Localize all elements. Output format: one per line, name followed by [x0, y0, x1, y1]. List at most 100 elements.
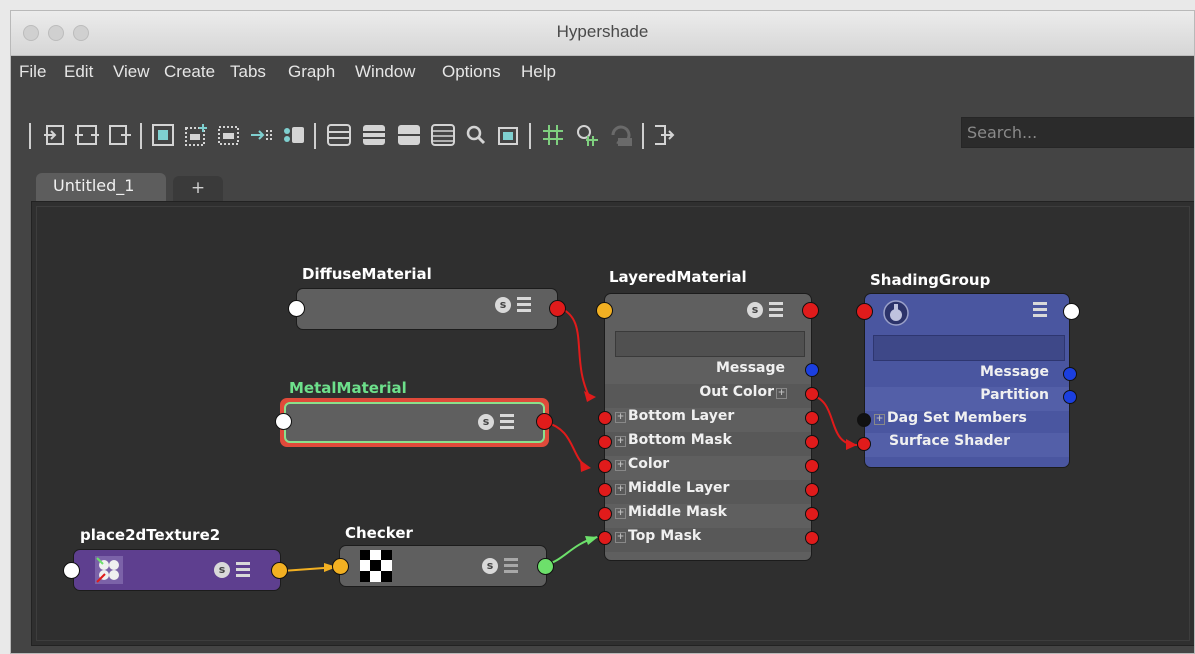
attributes-list-icon[interactable]: [504, 558, 518, 573]
checker-input-port[interactable]: [332, 558, 349, 575]
attr-out-color: Out Color +: [605, 384, 811, 408]
import-icon[interactable]: [42, 122, 68, 148]
attr-label: Message: [715, 360, 785, 376]
menu-graph[interactable]: Graph: [288, 62, 335, 82]
toggle-swatch-icon[interactable]: [495, 122, 521, 148]
middle-layer-output-port[interactable]: [805, 483, 819, 497]
attr-surface-shader: Surface Shader: [865, 433, 1069, 457]
attributes-list-icon[interactable]: [517, 297, 531, 312]
diffuse-input-port[interactable]: [288, 300, 305, 317]
bottom-mask-input-port[interactable]: [598, 435, 612, 449]
menu-bar: File Edit View Create Tabs Graph Window …: [11, 56, 1194, 92]
clear-graph-icon[interactable]: [183, 122, 209, 148]
swatch-toggle-icon[interactable]: s: [495, 297, 511, 313]
checker-output-port[interactable]: [537, 558, 554, 575]
shading-group-node[interactable]: Message Partition + Dag Set Members Surfa…: [864, 293, 1070, 468]
top-mask-output-port[interactable]: [805, 531, 819, 545]
layout-custom-icon[interactable]: [430, 122, 456, 148]
menu-create[interactable]: Create: [164, 62, 215, 82]
menu-view[interactable]: View: [113, 62, 150, 82]
menu-file[interactable]: File: [19, 62, 46, 82]
out-color-output-port[interactable]: [805, 387, 819, 401]
metal-material-node[interactable]: s: [280, 398, 549, 447]
attr-bottom-mask: + Bottom Mask: [605, 432, 811, 456]
top-mask-input-port[interactable]: [598, 531, 612, 545]
attributes-list-icon[interactable]: [236, 562, 250, 577]
menu-window[interactable]: Window: [355, 62, 415, 82]
dag-set-members-input-port[interactable]: [857, 413, 871, 427]
shading-group-input-port[interactable]: [856, 303, 873, 320]
layered-output-port[interactable]: [802, 302, 819, 319]
color-input-port[interactable]: [598, 459, 612, 473]
swatch-toggle-icon[interactable]: s: [747, 302, 763, 318]
frame-all-icon[interactable]: [150, 122, 176, 148]
diffuse-material-node[interactable]: s: [296, 288, 558, 330]
menu-edit[interactable]: Edit: [64, 62, 93, 82]
toolbar-separator: [642, 123, 644, 149]
attr-partition: Partition: [865, 387, 1069, 411]
attr-label: Bottom Mask: [628, 432, 732, 448]
attr-label: Bottom Layer: [628, 408, 735, 424]
layout-simple-icon[interactable]: [326, 122, 352, 148]
checker-title: Checker: [345, 524, 413, 542]
checker-node[interactable]: s: [339, 545, 547, 587]
menu-help[interactable]: Help: [521, 62, 556, 82]
place2d-output-port[interactable]: [271, 562, 288, 579]
attr-label: Partition: [980, 387, 1049, 403]
search-placeholder: Search...: [967, 123, 1038, 142]
attributes-list-icon[interactable]: [1033, 302, 1047, 317]
message-output-port[interactable]: [805, 363, 819, 377]
search-input[interactable]: Search...: [961, 117, 1194, 148]
color-output-port[interactable]: [805, 459, 819, 473]
reload-icon[interactable]: [608, 122, 634, 148]
layered-input-port[interactable]: [596, 302, 613, 319]
metal-input-port[interactable]: [275, 413, 292, 430]
layout-all-icon[interactable]: [396, 122, 422, 148]
place2d-texture-node[interactable]: s: [73, 549, 281, 591]
diffuse-output-port[interactable]: [549, 300, 566, 317]
place2d-texture-title: place2dTexture2: [80, 526, 221, 544]
add-selected-icon[interactable]: [107, 122, 133, 148]
tab-label: Untitled_1: [53, 176, 135, 195]
swatch-toggle-icon[interactable]: s: [214, 562, 230, 578]
surface-shader-input-port[interactable]: [857, 437, 871, 451]
attr-label: Message: [979, 364, 1049, 380]
tab-untitled[interactable]: Untitled_1: [36, 173, 166, 201]
menu-options[interactable]: Options: [442, 62, 501, 82]
middle-mask-output-port[interactable]: [805, 507, 819, 521]
graph-materials-icon[interactable]: [74, 122, 100, 148]
toggle-attributes-icon[interactable]: [651, 122, 677, 148]
middle-layer-input-port[interactable]: [598, 483, 612, 497]
graph-downstream-icon[interactable]: [280, 122, 306, 148]
sg-message-output-port[interactable]: [1063, 367, 1077, 381]
attributes-list-icon[interactable]: [769, 302, 783, 317]
shading-group-output-port[interactable]: [1063, 303, 1080, 320]
grid-icon[interactable]: [540, 122, 566, 148]
place2d-input-port[interactable]: [63, 562, 80, 579]
place2d-swatch-icon: [95, 556, 123, 584]
bottom-layer-output-port[interactable]: [805, 411, 819, 425]
metal-node-body: s: [284, 402, 545, 443]
layered-material-node[interactable]: s Message Out Color + + Bottom Layer + Bott…: [604, 293, 812, 561]
shading-group-swatch: [873, 335, 1065, 361]
toolbar-separator: [314, 123, 316, 149]
toolbar-separator: [29, 123, 31, 149]
attr-label: Color: [628, 456, 670, 472]
swatch-toggle-icon[interactable]: s: [478, 414, 494, 430]
layout-connected-icon[interactable]: [361, 122, 387, 148]
layered-material-title: LayeredMaterial: [609, 268, 747, 286]
bottom-layer-input-port[interactable]: [598, 411, 612, 425]
search-magnify-icon[interactable]: [463, 122, 489, 148]
graph-upstream-icon[interactable]: [248, 122, 274, 148]
metal-output-port[interactable]: [536, 413, 553, 430]
menu-tabs[interactable]: Tabs: [230, 62, 266, 82]
bottom-mask-output-port[interactable]: [805, 435, 819, 449]
remove-selected-icon[interactable]: [216, 122, 242, 148]
middle-mask-input-port[interactable]: [598, 507, 612, 521]
snap-grid-icon[interactable]: [574, 122, 600, 148]
sg-partition-output-port[interactable]: [1063, 390, 1077, 404]
attributes-list-icon[interactable]: [500, 414, 514, 429]
swatch-toggle-icon[interactable]: s: [482, 558, 498, 574]
add-tab-button[interactable]: +: [173, 176, 223, 201]
checker-swatch-icon: [360, 550, 392, 582]
